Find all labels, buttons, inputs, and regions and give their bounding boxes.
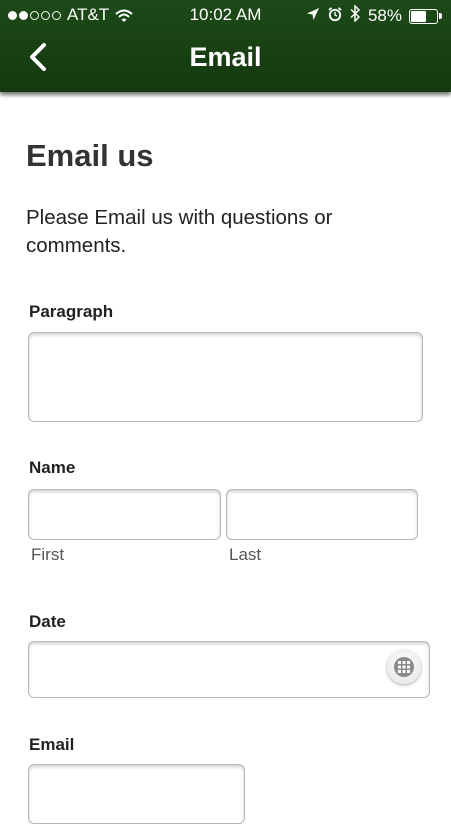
- battery-level: [411, 10, 426, 22]
- paragraph-label: Paragraph: [29, 302, 114, 321]
- calendar-grid-icon: [394, 657, 414, 677]
- date-label: Date: [29, 612, 66, 631]
- last-name-sublabel: Last: [229, 545, 262, 564]
- email-input[interactable]: [28, 764, 245, 824]
- date-picker-button[interactable]: [387, 650, 421, 684]
- name-label: Name: [29, 458, 76, 477]
- email-label: Email: [29, 735, 75, 754]
- page-title: Email us: [26, 138, 154, 173]
- location-arrow-icon: [306, 6, 320, 26]
- status-right: 58%: [306, 4, 443, 27]
- status-bar: AT&T 10:02 AM 58%: [0, 0, 451, 30]
- app-header: AT&T 10:02 AM 58% Email: [0, 0, 451, 92]
- alarm-icon: [327, 6, 343, 27]
- first-name-input[interactable]: [28, 489, 221, 540]
- nav-bar: Email: [0, 30, 451, 88]
- battery-icon: [409, 8, 443, 24]
- nav-title: Email: [189, 42, 262, 72]
- paragraph-textarea[interactable]: [28, 332, 423, 422]
- last-name-input[interactable]: [226, 489, 418, 540]
- first-name-sublabel: First: [31, 545, 65, 564]
- battery-percent: 58%: [367, 6, 402, 25]
- intro-text: Please Email us with questions or commen…: [26, 206, 333, 257]
- bluetooth-icon: [350, 4, 361, 27]
- date-input[interactable]: [28, 641, 430, 698]
